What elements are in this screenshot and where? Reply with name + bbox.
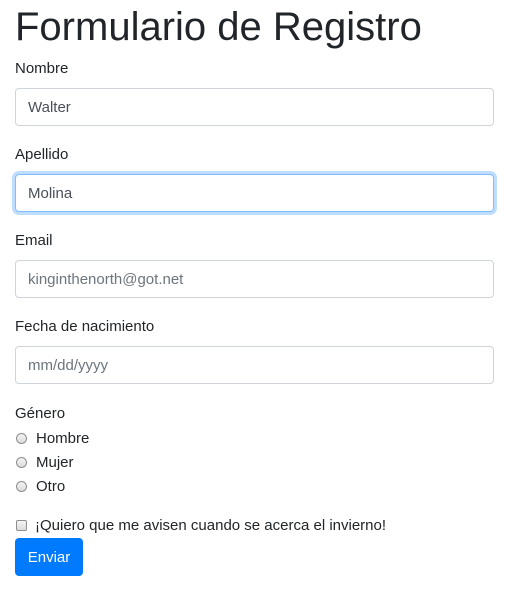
radio-mujer[interactable]: Mujer [15, 453, 74, 471]
email-input[interactable] [15, 260, 494, 298]
radio-button-icon[interactable] [16, 480, 27, 492]
email-label: Email [15, 232, 53, 249]
apellido-input[interactable] [15, 174, 494, 212]
page-title: Formulario de Registro [15, 5, 422, 49]
nombre-label: Nombre [15, 60, 69, 77]
fecha-nacimiento-input[interactable] [15, 346, 494, 384]
notify-winter-label: ¡Quiero que me avisen cuando se acerca e… [35, 516, 387, 534]
radio-hombre[interactable]: Hombre [15, 429, 89, 447]
radio-otro-label: Otro [36, 477, 66, 495]
checkbox-icon[interactable] [16, 519, 27, 531]
apellido-label: Apellido [15, 146, 69, 163]
radio-button-icon[interactable] [16, 456, 27, 468]
nombre-input[interactable] [15, 88, 494, 126]
radio-otro[interactable]: Otro [15, 477, 65, 495]
notify-winter-checkbox-row[interactable]: ¡Quiero que me avisen cuando se acerca e… [15, 516, 386, 534]
genero-label: Género [15, 405, 66, 422]
radio-hombre-label: Hombre [36, 429, 90, 447]
submit-button[interactable]: Enviar [15, 538, 83, 576]
fecha-label: Fecha de nacimiento [15, 318, 155, 335]
radio-button-icon[interactable] [16, 432, 27, 444]
radio-mujer-label: Mujer [36, 453, 74, 471]
